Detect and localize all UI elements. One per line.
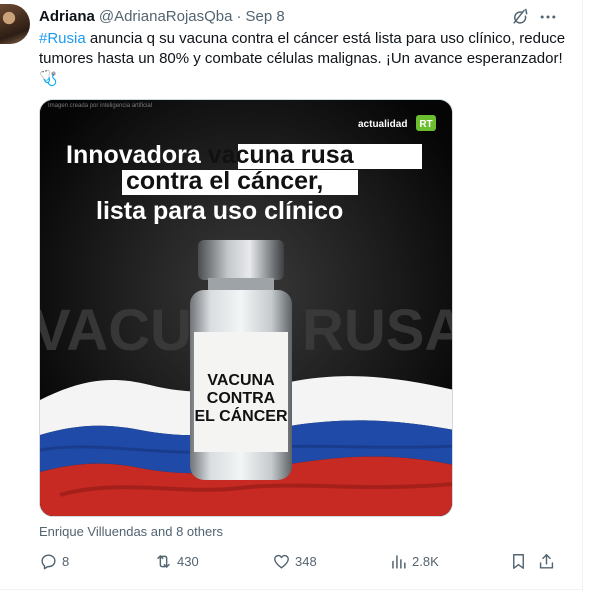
grok-button[interactable] [509, 6, 531, 28]
like-icon [274, 554, 289, 569]
views-button[interactable]: 2.8K [389, 549, 439, 573]
repost-count: 430 [177, 553, 199, 569]
background-word-right: RUSA [302, 298, 453, 363]
like-button[interactable]: 348 [272, 549, 317, 573]
bookmark-button[interactable] [509, 549, 528, 573]
reply-button[interactable]: 8 [39, 549, 69, 573]
hashtag-link[interactable]: #Rusia [39, 30, 86, 47]
author-handle[interactable]: @AdrianaRojasQba [99, 8, 233, 25]
reply-icon [41, 553, 56, 569]
column-divider [582, 0, 583, 592]
brand-name: actualidad [358, 119, 407, 130]
ai-disclaimer: Imagen creada por inteligencia artificia… [48, 103, 152, 109]
vaccine-vial: VACUNA CONTRA EL CÁNCER [190, 240, 292, 480]
share-icon [539, 553, 554, 569]
repost-icon [157, 554, 170, 568]
action-bar: 8 430 348 2.8K [0, 549, 582, 573]
rt-logo-text: RT [419, 119, 432, 130]
headline-line-3: lista para uso clínico [96, 197, 343, 225]
headline-line-1: Innovadora vacuna rusa [66, 141, 355, 169]
author-name[interactable]: Adriana [39, 8, 95, 25]
repost-button[interactable]: 430 [154, 549, 199, 573]
more-button[interactable] [537, 6, 559, 28]
social-context[interactable]: Enrique Villuendas and 8 others [39, 524, 223, 539]
headline-line-2: contra el cáncer, [126, 167, 323, 195]
grok-icon [513, 8, 528, 24]
tweet-header: Adriana @AdrianaRojasQba · Sep 8 [39, 6, 285, 26]
avatar[interactable] [0, 4, 30, 44]
like-count: 348 [295, 553, 317, 569]
vial-label-line-3: EL CÁNCER [194, 406, 287, 425]
share-button[interactable] [537, 549, 556, 573]
header-separator: · [236, 7, 242, 25]
headline-plain: Innovadora [66, 141, 208, 169]
tweet-body: anuncia q su vacuna contra el cáncer est… [39, 30, 566, 87]
background-word-left: VACU [40, 298, 192, 363]
more-icon [540, 15, 556, 19]
tweet-date[interactable]: Sep 8 [246, 8, 285, 25]
bookmark-icon [513, 553, 524, 569]
vial-label-line-2: CONTRA [207, 390, 276, 407]
tweet-image[interactable]: Imagen creada por inteligencia artificia… [39, 99, 453, 517]
vial-label-line-1: VACUNA [207, 372, 275, 389]
views-icon [392, 554, 406, 569]
reply-count: 8 [62, 553, 70, 569]
headline-highlight-text-1: vacuna rusa [208, 141, 355, 169]
view-count: 2.8K [412, 553, 439, 569]
tweet-text: #Rusia anuncia q su vacuna contra el cán… [39, 29, 569, 89]
tweet-divider [0, 589, 582, 590]
